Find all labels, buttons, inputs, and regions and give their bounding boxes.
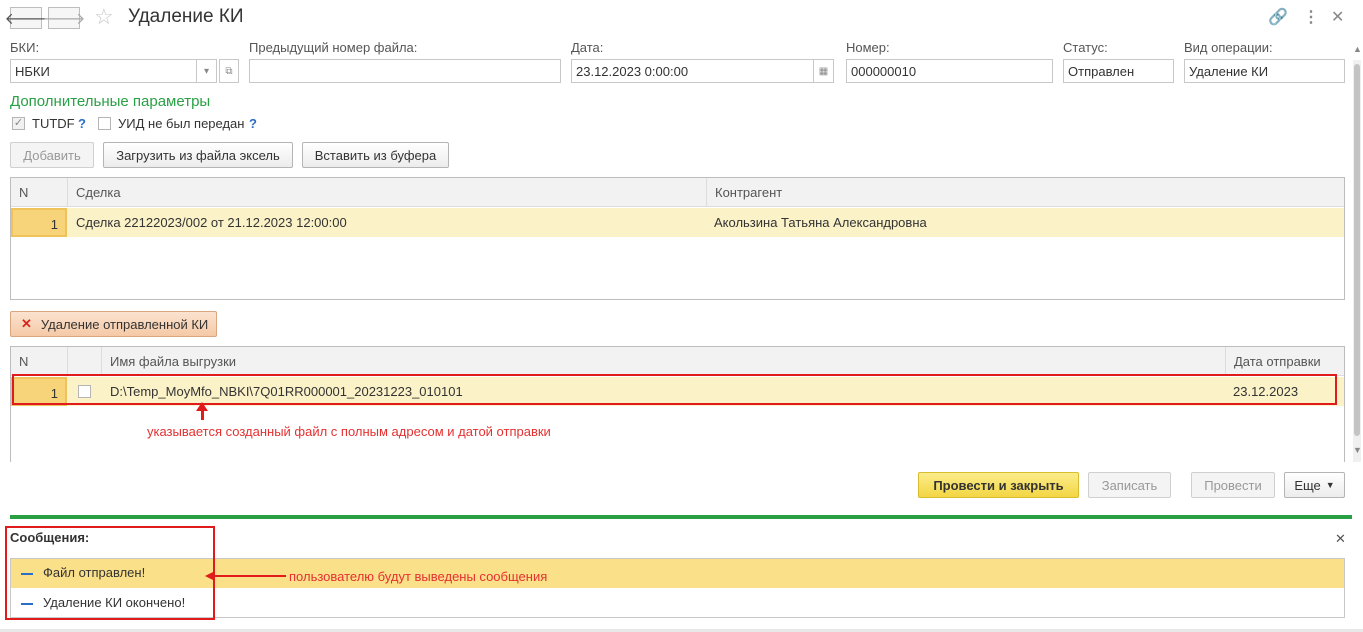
bki-field[interactable]: НБКИ bbox=[10, 59, 197, 83]
back-button[interactable]: 🡐 bbox=[5, 7, 47, 29]
status-label: Статус: bbox=[1063, 40, 1108, 55]
annotation-arrow-shaft bbox=[214, 575, 286, 577]
calendar-icon: ▦ bbox=[818, 65, 829, 77]
number-field[interactable]: 000000010 bbox=[846, 59, 1053, 83]
messages-divider bbox=[10, 515, 1352, 519]
column-header[interactable]: Контрагент bbox=[707, 178, 1344, 207]
check-icon: ✓ bbox=[13, 117, 24, 129]
file-row-highlight-box bbox=[12, 374, 1337, 405]
files-table-header: N Имя файла выгрузки Дата отправки bbox=[11, 347, 1344, 376]
scroll-down-icon[interactable]: ▼ bbox=[1353, 445, 1362, 455]
add-button[interactable]: Добавить bbox=[10, 142, 94, 168]
uid-help-icon[interactable]: ? bbox=[249, 116, 257, 131]
post-button[interactable]: Провести bbox=[1191, 472, 1275, 498]
arrow-right-icon: 🡒 bbox=[42, 10, 86, 28]
scrollbar-thumb[interactable] bbox=[1354, 64, 1360, 436]
messages-annotation-text: пользователю будут выведены сообщения bbox=[289, 569, 548, 584]
close-icon[interactable]: ✕ bbox=[1331, 7, 1344, 27]
calendar-button[interactable]: ▦ bbox=[814, 59, 834, 83]
tutdf-label: TUTDF bbox=[32, 116, 75, 131]
operation-label: Вид операции: bbox=[1184, 40, 1273, 55]
column-header[interactable]: Имя файла выгрузки bbox=[102, 347, 1226, 376]
number-label: Номер: bbox=[846, 40, 890, 55]
prev-file-field[interactable] bbox=[249, 59, 561, 83]
counterparty-cell: Акользина Татьяна Александровна bbox=[714, 215, 927, 230]
post-and-close-button[interactable]: Провести и закрыть bbox=[918, 472, 1079, 498]
delete-sent-ki-label: Удаление отправленной КИ bbox=[40, 316, 209, 332]
prev-file-label: Предыдущий номер файла: bbox=[249, 40, 418, 55]
more-label: Еще bbox=[1294, 477, 1321, 493]
favorite-star-icon[interactable]: ☆ bbox=[94, 4, 114, 30]
row-number: 1 bbox=[11, 208, 67, 237]
deal-cell: Сделка 22122023/002 от 21.12.2023 12:00:… bbox=[76, 215, 347, 230]
deals-table: N Сделка Контрагент 1 Сделка 22122023/00… bbox=[10, 177, 1345, 300]
column-header[interactable]: N bbox=[11, 178, 68, 207]
messages-close-icon[interactable]: ✕ bbox=[1335, 531, 1346, 547]
open-icon: ⧉ bbox=[225, 65, 233, 77]
file-annotation-text: указывается созданный файл с полным адре… bbox=[147, 424, 551, 439]
deals-table-header: N Сделка Контрагент bbox=[11, 178, 1344, 207]
tutdf-help-icon[interactable]: ? bbox=[78, 116, 86, 131]
messages-highlight-box bbox=[5, 526, 215, 620]
operation-field: Удаление КИ bbox=[1184, 59, 1345, 83]
uid-checkbox[interactable] bbox=[98, 117, 111, 130]
more-button[interactable]: Еще ▼ bbox=[1284, 472, 1345, 498]
additional-params-title: Дополнительные параметры bbox=[10, 93, 211, 110]
link-icon[interactable]: 🔗 bbox=[1268, 7, 1288, 27]
date-label: Дата: bbox=[571, 40, 604, 55]
save-button[interactable]: Записать bbox=[1088, 472, 1171, 498]
load-excel-button[interactable]: Загрузить из файла эксель bbox=[103, 142, 293, 168]
column-header[interactable]: Сделка bbox=[68, 178, 707, 207]
arrow-left-icon: 🡐 bbox=[4, 10, 48, 28]
forward-button[interactable]: 🡒 bbox=[43, 7, 85, 29]
paste-button[interactable]: Вставить из буфера bbox=[302, 142, 449, 168]
date-field[interactable]: 23.12.2023 0:00:00 bbox=[571, 59, 814, 83]
bki-label: БКИ: bbox=[10, 40, 40, 55]
column-header[interactable] bbox=[68, 347, 102, 376]
column-header[interactable]: N bbox=[11, 347, 68, 376]
arrow-up-icon bbox=[196, 402, 208, 411]
delete-sent-ki-button[interactable]: ✕ Удаление отправленной КИ bbox=[10, 311, 217, 337]
bki-open-button[interactable]: ⧉ bbox=[219, 59, 239, 83]
table-row[interactable]: 1 Сделка 22122023/002 от 21.12.2023 12:0… bbox=[11, 208, 1344, 237]
delete-x-icon: ✕ bbox=[21, 316, 32, 331]
more-menu-icon[interactable]: ⋮ bbox=[1303, 7, 1319, 27]
page-title: Удаление КИ bbox=[128, 6, 244, 27]
scroll-up-icon[interactable]: ▲ bbox=[1353, 44, 1362, 54]
tutdf-checkbox[interactable]: ✓ bbox=[12, 117, 25, 130]
bki-dropdown-button[interactable]: ▾ bbox=[197, 59, 217, 83]
column-header[interactable]: Дата отправки bbox=[1226, 347, 1344, 376]
chevron-down-icon: ▾ bbox=[203, 65, 210, 77]
uid-label: УИД не был передан bbox=[118, 116, 245, 131]
chevron-down-icon: ▼ bbox=[1325, 480, 1335, 490]
status-field: Отправлен bbox=[1063, 59, 1174, 83]
